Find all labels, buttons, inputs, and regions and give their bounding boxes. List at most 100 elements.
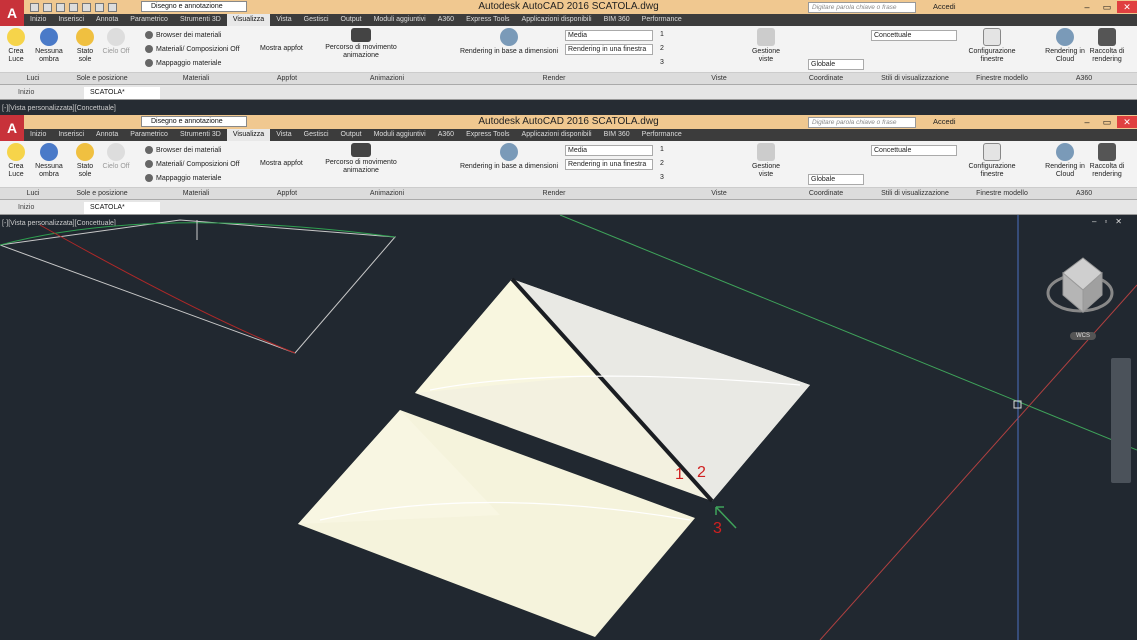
cielo-off-button[interactable]: Cielo Off <box>102 143 130 171</box>
tab-inserisci[interactable]: Inserisci <box>52 14 90 26</box>
config-finestre-button[interactable]: Configurazione finestre <box>966 28 1018 64</box>
tab-applicazioni[interactable]: Applicazioni disponibili <box>516 14 598 26</box>
panel-animazioni[interactable]: Animazioni <box>320 73 454 85</box>
tab-express[interactable]: Express Tools <box>460 14 515 26</box>
tab-inizio[interactable]: Inizio <box>24 14 52 26</box>
visual-style-select[interactable]: Concettuale <box>871 145 957 156</box>
panel-a360[interactable]: A360 <box>1042 73 1126 85</box>
tab-moduli[interactable]: Moduli aggiuntivi <box>368 129 432 141</box>
panel-appfot[interactable]: Appfot <box>254 73 320 85</box>
render-quality-select[interactable]: Media <box>565 30 653 41</box>
print-icon[interactable] <box>82 2 91 12</box>
crea-luce-button[interactable]: Crea Luce <box>4 28 28 64</box>
tab-visualizza[interactable]: Visualizza <box>226 129 271 141</box>
search-input[interactable]: Digitare parola chiave o frase <box>808 117 916 128</box>
gestione-viste-button[interactable]: Gestione viste <box>750 28 782 64</box>
signin-button[interactable]: Accedi <box>933 117 956 126</box>
panel-finestre[interactable]: Finestre modello <box>962 73 1042 85</box>
rendering-dimensioni-button[interactable]: Rendering in base a dimensioni <box>457 28 561 56</box>
panel-appfot[interactable]: Appfot <box>254 188 320 200</box>
tab-inserisci[interactable]: Inserisci <box>52 129 90 141</box>
percorso-button[interactable]: Percorso di movimento animazione <box>323 28 399 60</box>
panel-sole[interactable]: Sole e posizione <box>66 73 138 85</box>
tab-visualizza[interactable]: Visualizza <box>226 14 271 26</box>
panel-materiali[interactable]: Materiali <box>138 73 254 85</box>
ucs-select[interactable]: Globale <box>808 59 864 70</box>
tab-bim360[interactable]: BIM 360 <box>598 14 636 26</box>
view-2[interactable]: 2 <box>660 45 664 52</box>
visual-style-select[interactable]: Concettuale <box>871 30 957 41</box>
panel-render[interactable]: Render <box>454 188 654 200</box>
autocad-logo-icon[interactable]: A <box>0 0 24 26</box>
view-3[interactable]: 3 <box>660 59 664 66</box>
save-icon[interactable] <box>56 2 65 12</box>
navigation-bar[interactable] <box>1111 358 1131 483</box>
stato-sole-button[interactable]: Stato sole <box>72 28 98 64</box>
browser-materiali-button[interactable]: Browser dei materiali <box>145 31 221 39</box>
rendering-cloud-button[interactable]: Rendering in Cloud <box>1044 143 1086 179</box>
panel-a360[interactable]: A360 <box>1042 188 1126 200</box>
panel-animazioni[interactable]: Animazioni <box>320 188 454 200</box>
tab-strumenti-3d[interactable]: Strumenti 3D <box>174 14 227 26</box>
mostra-appfot-button[interactable]: Mostra appfot <box>260 45 303 52</box>
panel-sole[interactable]: Sole e posizione <box>66 188 138 200</box>
tab-bim360[interactable]: BIM 360 <box>598 129 636 141</box>
tab-gestisci[interactable]: Gestisci <box>298 129 335 141</box>
browser-materiali-button[interactable]: Browser dei materiali <box>145 146 221 154</box>
gestione-viste-button[interactable]: Gestione viste <box>750 143 782 179</box>
search-input[interactable]: Digitare parola chiave o frase <box>808 2 916 13</box>
panel-luci[interactable]: Luci <box>0 73 66 85</box>
panel-render[interactable]: Render <box>454 73 654 85</box>
raccolta-rendering-button[interactable]: Raccolta di rendering <box>1088 28 1126 64</box>
undo-icon[interactable] <box>95 2 104 12</box>
materiali-composizioni-button[interactable]: Materiali/ Composizioni Off <box>145 45 240 53</box>
view-1[interactable]: 1 <box>660 146 664 153</box>
tab-gestisci[interactable]: Gestisci <box>298 14 335 26</box>
redo-icon[interactable] <box>108 2 117 12</box>
tab-performance[interactable]: Performance <box>636 14 688 26</box>
render-target-select[interactable]: Rendering in una finestra <box>565 159 653 170</box>
wcs-menu[interactable]: WCS <box>1070 332 1096 340</box>
panel-coordinate[interactable]: Coordinate <box>784 188 868 200</box>
doc-tab-scatola[interactable]: SCATOLA* <box>84 87 160 99</box>
cielo-off-button[interactable]: Cielo Off <box>102 28 130 56</box>
minimize-icon[interactable]: – <box>1077 116 1097 128</box>
close-icon[interactable]: ✕ <box>1117 1 1137 13</box>
panel-luci[interactable]: Luci <box>0 188 66 200</box>
tab-moduli[interactable]: Moduli aggiuntivi <box>368 14 432 26</box>
panel-coordinate[interactable]: Coordinate <box>784 73 868 85</box>
doc-tab-inizio[interactable]: Inizio <box>12 202 40 214</box>
panel-materiali[interactable]: Materiali <box>138 188 254 200</box>
tab-performance[interactable]: Performance <box>636 129 688 141</box>
tab-strumenti-3d[interactable]: Strumenti 3D <box>174 129 227 141</box>
panel-viste[interactable]: Viste <box>654 188 784 200</box>
saveas-icon[interactable] <box>69 2 78 12</box>
tab-output[interactable]: Output <box>335 129 368 141</box>
view-3[interactable]: 3 <box>660 174 664 181</box>
drawing-viewport[interactable]: [-][Vista personalizzata][Concettuale] –… <box>0 215 1137 640</box>
close-icon[interactable]: ✕ <box>1117 116 1137 128</box>
nessuna-ombra-button[interactable]: Nessuna ombra <box>34 143 64 179</box>
tab-annota[interactable]: Annota <box>90 129 124 141</box>
mappaggio-materiale-button[interactable]: Mappaggio materiale <box>145 59 221 67</box>
rendering-cloud-button[interactable]: Rendering in Cloud <box>1044 28 1086 64</box>
workspace-select[interactable]: Disegno e annotazione <box>141 116 247 127</box>
nessuna-ombra-button[interactable]: Nessuna ombra <box>34 28 64 64</box>
panel-viste[interactable]: Viste <box>654 73 784 85</box>
percorso-button[interactable]: Percorso di movimento animazione <box>323 143 399 175</box>
view-1[interactable]: 1 <box>660 31 664 38</box>
materiali-composizioni-button[interactable]: Materiali/ Composizioni Off <box>145 160 240 168</box>
render-target-select[interactable]: Rendering in una finestra <box>565 44 653 55</box>
tab-inizio[interactable]: Inizio <box>24 129 52 141</box>
rendering-dimensioni-button[interactable]: Rendering in base a dimensioni <box>457 143 561 171</box>
mappaggio-materiale-button[interactable]: Mappaggio materiale <box>145 174 221 182</box>
signin-button[interactable]: Accedi <box>933 2 956 11</box>
restore-icon[interactable]: ▭ <box>1097 1 1117 13</box>
tab-applicazioni[interactable]: Applicazioni disponibili <box>516 129 598 141</box>
workspace-select[interactable]: Disegno e annotazione <box>141 1 247 12</box>
render-quality-select[interactable]: Media <box>565 145 653 156</box>
open-icon[interactable] <box>43 2 52 12</box>
viewport-label-upper[interactable]: [-][Vista personalizzata][Concettuale] <box>2 105 116 112</box>
config-finestre-button[interactable]: Configurazione finestre <box>966 143 1018 179</box>
restore-icon[interactable]: ▭ <box>1097 116 1117 128</box>
